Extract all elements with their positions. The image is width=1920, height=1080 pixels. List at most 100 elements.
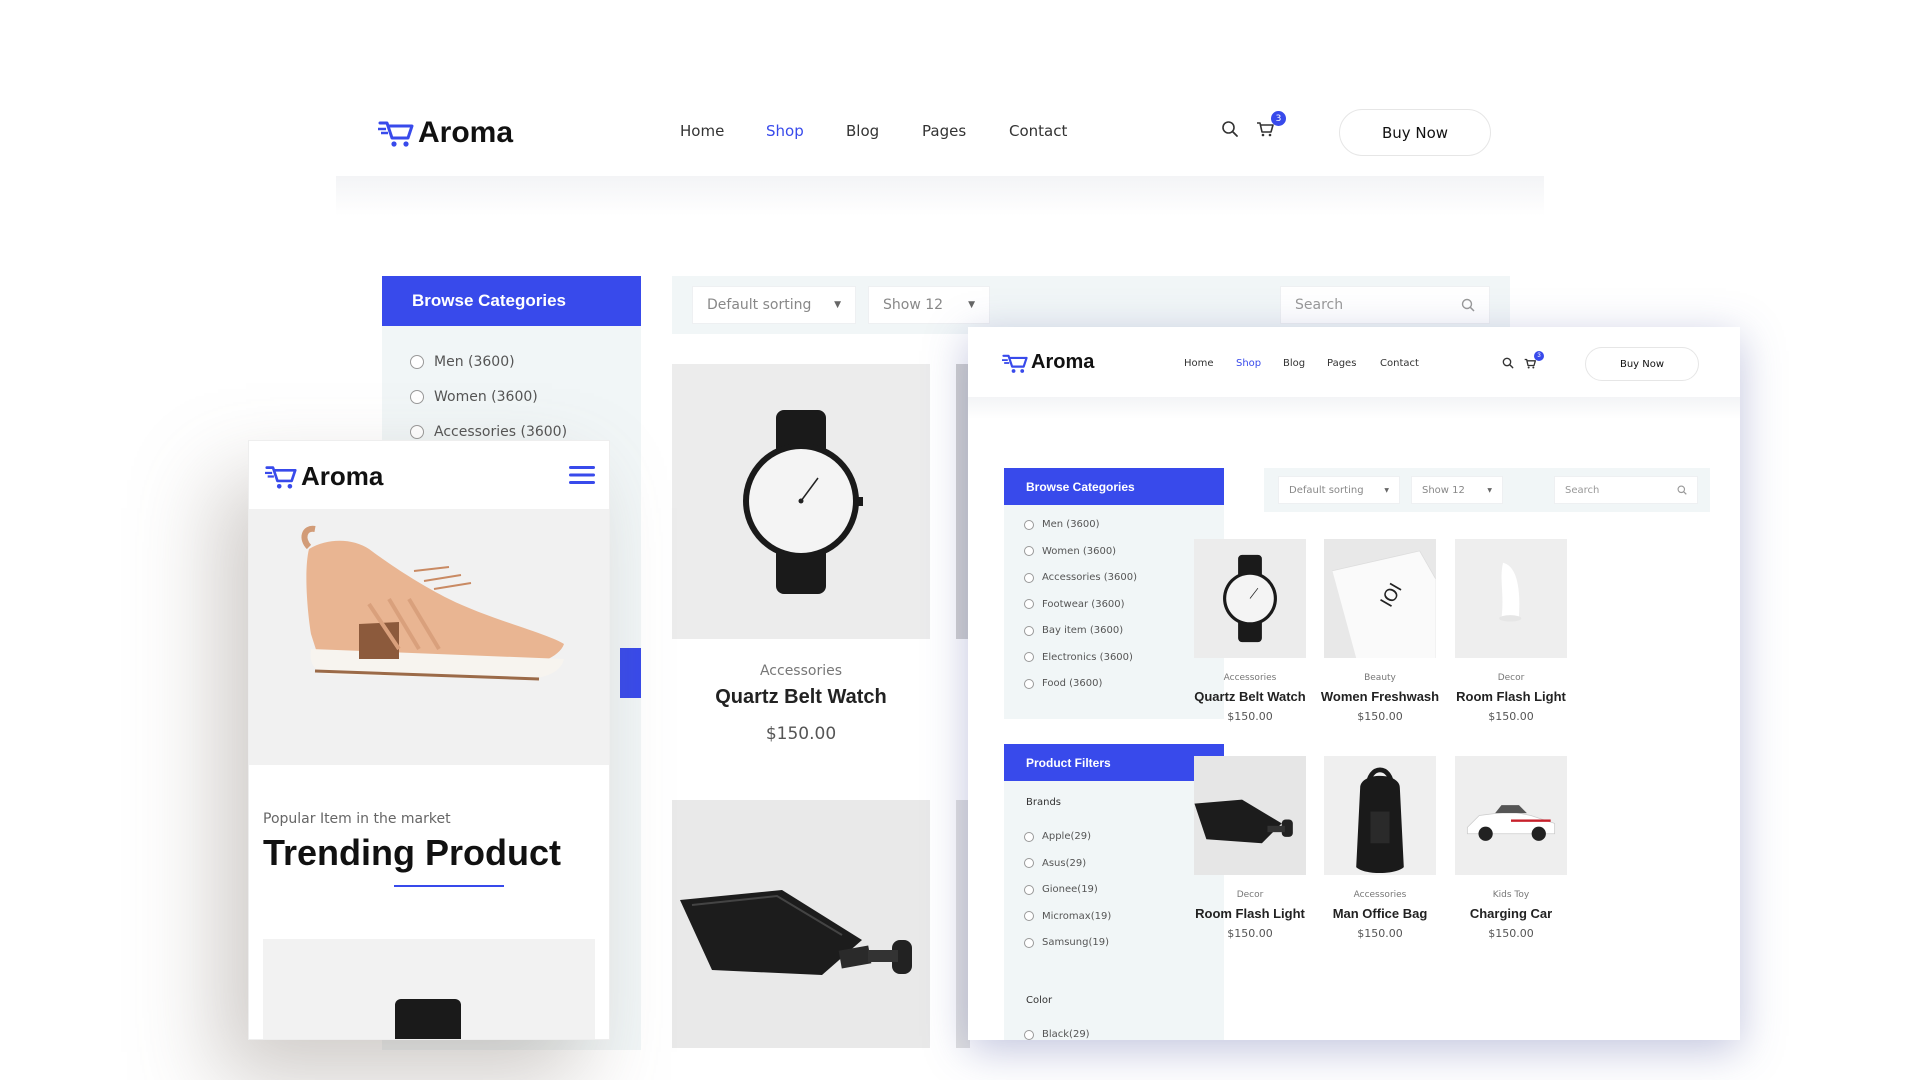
- radio-button[interactable]: [1024, 884, 1034, 895]
- brand-item[interactable]: Micromax(19): [1024, 911, 1111, 922]
- buy-now-button[interactable]: Buy Now: [1339, 109, 1491, 156]
- radio-button[interactable]: [1024, 1029, 1034, 1040]
- product-image[interactable]: [1455, 756, 1567, 875]
- product-image[interactable]: [672, 800, 930, 1048]
- main-nav: Home Shop Blog Pages Contact: [680, 122, 1067, 140]
- radio-button[interactable]: [1024, 652, 1034, 662]
- cart-logo-icon: [378, 121, 414, 147]
- nav-pages[interactable]: Pages: [1327, 358, 1380, 369]
- header-shadow: [336, 176, 1544, 216]
- nav-contact[interactable]: Contact: [1380, 358, 1419, 369]
- brand-item[interactable]: Samsung(19): [1024, 937, 1109, 948]
- search-icon[interactable]: [1502, 357, 1514, 369]
- brand-label: Gionee(19): [1042, 884, 1098, 895]
- category-item[interactable]: Bay item (3600): [1024, 625, 1123, 636]
- radio-button[interactable]: [410, 355, 424, 369]
- search-icon[interactable]: [1461, 298, 1475, 312]
- product-card[interactable]: Accessories Quartz Belt Watch $150.00: [1194, 539, 1306, 749]
- category-item[interactable]: Food (3600): [1024, 678, 1102, 689]
- chevron-down-icon: ▼: [968, 300, 975, 310]
- show-count-select[interactable]: Show 12 ▼: [868, 286, 990, 324]
- category-men[interactable]: Men (3600): [410, 354, 515, 370]
- product-image[interactable]: [1194, 756, 1306, 875]
- product-card[interactable]: IOI Beauty Women Freshwash $150.00: [1321, 539, 1439, 749]
- watch-icon: [672, 364, 930, 639]
- product-category: Accessories: [1223, 673, 1277, 683]
- product-card[interactable]: Kids Toy Charging Car $150.00: [1455, 756, 1567, 966]
- buy-now-button[interactable]: Buy Now: [1585, 347, 1699, 381]
- product-name[interactable]: Quartz Belt Watch: [1184, 689, 1316, 704]
- nav-shop[interactable]: Shop: [1236, 358, 1283, 369]
- radio-button[interactable]: [1024, 937, 1034, 948]
- category-accessories[interactable]: Accessories (3600): [410, 424, 567, 440]
- category-item[interactable]: Women (3600): [1024, 546, 1116, 557]
- brand-item[interactable]: Apple(29): [1024, 831, 1091, 842]
- brand-item[interactable]: Asus(29): [1024, 858, 1086, 869]
- categories-panel: Men (3600) Women (3600) Accessories (3600)…: [1004, 505, 1224, 719]
- category-label: Women (3600): [434, 389, 538, 405]
- category-item[interactable]: Men (3600): [1024, 519, 1100, 530]
- nav-blog[interactable]: Blog: [846, 122, 922, 140]
- radio-button[interactable]: [1024, 519, 1034, 530]
- logo[interactable]: Aroma: [265, 461, 383, 492]
- radio-button[interactable]: [1024, 572, 1034, 583]
- cart-count-badge: 3: [1271, 111, 1286, 126]
- flask-icon: [672, 800, 930, 1048]
- radio-button[interactable]: [1024, 625, 1034, 636]
- radio-button[interactable]: [1024, 546, 1034, 556]
- brand-item[interactable]: Gionee(19): [1024, 884, 1098, 895]
- product-name[interactable]: Charging Car: [1445, 906, 1577, 921]
- product-name[interactable]: Women Freshwash: [1314, 689, 1446, 704]
- backpack-icon: [1356, 767, 1404, 874]
- radio-button[interactable]: [410, 390, 424, 404]
- product-image[interactable]: IOI: [1324, 539, 1436, 658]
- radio-button[interactable]: [1024, 599, 1034, 609]
- product-card[interactable]: Accessories Man Office Bag $150.00: [1324, 756, 1436, 966]
- nav-blog[interactable]: Blog: [1283, 358, 1327, 369]
- nav-contact[interactable]: Contact: [1009, 122, 1067, 140]
- logo[interactable]: Aroma: [378, 116, 513, 150]
- product-name[interactable]: Quartz Belt Watch: [672, 686, 930, 709]
- product-price: $150.00: [1357, 710, 1403, 723]
- product-image[interactable]: [1324, 756, 1436, 875]
- product-image[interactable]: [1455, 539, 1567, 658]
- search-input[interactable]: Search: [1280, 286, 1490, 324]
- logo[interactable]: Aroma: [1002, 351, 1094, 374]
- radio-button[interactable]: [1024, 678, 1034, 689]
- product-name[interactable]: Room Flash Light: [1184, 906, 1316, 921]
- product-card[interactable]: Decor Room Flash Light $150.00: [1194, 756, 1306, 966]
- radio-button[interactable]: [410, 425, 424, 439]
- mobile-product-image[interactable]: [263, 939, 595, 1039]
- product-price: $150.00: [1488, 927, 1534, 940]
- product-name[interactable]: Man Office Bag: [1314, 906, 1446, 921]
- search-icon[interactable]: [1221, 120, 1239, 138]
- search-input[interactable]: Search: [1554, 476, 1698, 504]
- radio-button[interactable]: [1024, 911, 1034, 921]
- radio-button[interactable]: [1024, 831, 1034, 842]
- category-item[interactable]: Electronics (3600): [1024, 652, 1133, 663]
- nav-home[interactable]: Home: [680, 122, 766, 140]
- sorting-select[interactable]: Default sorting ▼: [1278, 476, 1400, 504]
- show-count-select[interactable]: Show 12 ▼: [1411, 476, 1503, 504]
- product-card[interactable]: Decor Room Flash Light $150.00: [1455, 539, 1567, 749]
- nav-shop[interactable]: Shop: [766, 122, 846, 140]
- category-women[interactable]: Women (3600): [410, 389, 538, 405]
- product-category: Decor: [1497, 673, 1525, 683]
- product-image[interactable]: [672, 364, 930, 639]
- product-filters-header: Product Filters: [1004, 744, 1224, 781]
- nav-home[interactable]: Home: [1184, 358, 1236, 369]
- cart-icon[interactable]: [1524, 358, 1536, 369]
- sorting-select[interactable]: Default sorting ▼: [692, 286, 856, 324]
- product-category: Decor: [1236, 890, 1264, 900]
- main-nav: Home Shop Blog Pages Contact: [1184, 358, 1419, 369]
- search-icon[interactable]: [1677, 485, 1687, 495]
- category-item[interactable]: Footwear (3600): [1024, 599, 1125, 610]
- cart-icon[interactable]: [1256, 121, 1274, 137]
- hamburger-menu-icon[interactable]: [569, 465, 595, 485]
- radio-button[interactable]: [1024, 858, 1034, 868]
- color-option[interactable]: Black(29): [1024, 1029, 1090, 1040]
- category-item[interactable]: Accessories (3600): [1024, 572, 1137, 583]
- product-image[interactable]: [1194, 539, 1306, 658]
- nav-pages[interactable]: Pages: [922, 122, 1009, 140]
- product-name[interactable]: Room Flash Light: [1445, 689, 1577, 704]
